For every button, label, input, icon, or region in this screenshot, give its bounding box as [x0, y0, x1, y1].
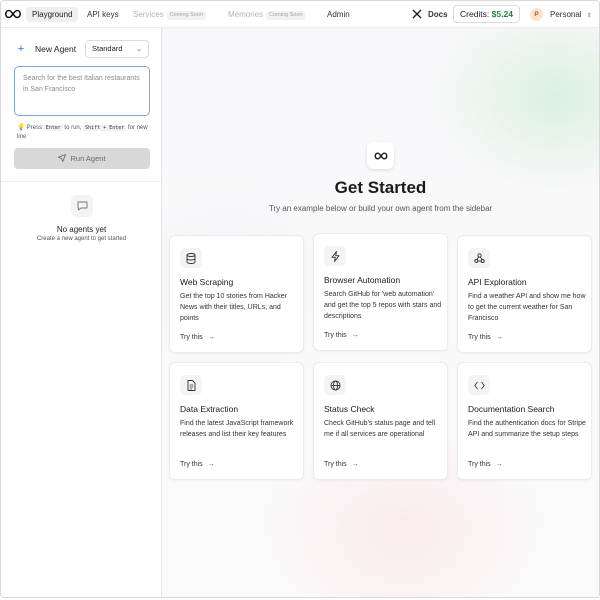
empty-state-subtitle: Create a new agent to get started — [36, 236, 127, 242]
sidebar: + New Agent Standard ⌄ Search for the be… — [1, 28, 162, 597]
main-content: Get Started Try an example below or buil… — [162, 28, 599, 597]
lightning-icon — [324, 246, 346, 266]
try-this-label: Try this — [180, 461, 203, 468]
hint-mid: to run, — [64, 125, 82, 131]
nav-tab-memories-label: Memories — [228, 10, 264, 19]
infinity-logo-icon[interactable] — [5, 9, 21, 19]
example-card-api-exploration[interactable]: API Exploration Find a weather API and s… — [457, 235, 592, 353]
sidebar-divider — [1, 181, 161, 182]
example-card-web-scraping[interactable]: Web Scraping Get the top 10 stories from… — [169, 235, 304, 353]
keyboard-hint: 💡 Press Enter to run, Shift + Enter for … — [17, 123, 149, 142]
shift-enter-key: Shift + Enter — [83, 125, 127, 131]
nav-tab-admin[interactable]: Admin — [327, 7, 350, 22]
nav-tab-services-label: Services — [133, 10, 164, 19]
lightbulb-icon: 💡 — [17, 124, 26, 131]
card-description: Check GitHub's status page and tell me i… — [324, 420, 436, 438]
arrow-right-icon: → — [351, 461, 359, 468]
plus-icon: + — [17, 43, 25, 55]
card-description: Find the latest JavaScript framework rel… — [180, 420, 294, 438]
arrow-right-icon: → — [207, 461, 215, 468]
mode-select[interactable]: Standard ⌄ — [85, 40, 149, 58]
card-title: Data Extraction — [180, 404, 239, 414]
webhook-icon — [468, 248, 490, 268]
chevron-down-icon: ⌄ — [136, 46, 142, 53]
app-window: Playground API keys Services Coming Soon … — [0, 0, 600, 598]
try-this-link[interactable]: Try this → — [180, 461, 215, 468]
prompt-input[interactable]: Search for the best Italian restaurants … — [14, 66, 150, 116]
credits-value: $5.24 — [491, 9, 513, 19]
top-nav: Playground API keys Services Coming Soon … — [1, 1, 599, 28]
avatar[interactable]: P — [530, 8, 543, 21]
example-card-data-extraction[interactable]: Data Extraction Find the latest JavaScri… — [169, 362, 304, 480]
try-this-link[interactable]: Try this → — [468, 461, 503, 468]
try-this-label: Try this — [468, 334, 491, 341]
enter-key: Enter — [43, 125, 63, 131]
send-icon — [58, 154, 67, 162]
run-agent-label: Run Agent — [70, 154, 106, 163]
workspace-label: Personal — [550, 10, 582, 19]
database-icon — [180, 248, 202, 268]
page-subtitle: Try an example below or build your own a… — [268, 204, 493, 213]
page-title: Get Started — [334, 178, 427, 197]
card-title: Status Check — [324, 404, 375, 414]
try-this-link[interactable]: Try this → — [324, 461, 359, 468]
try-this-link[interactable]: Try this → — [180, 334, 215, 341]
card-description: Find the authentication docs for Stripe … — [468, 420, 586, 438]
try-this-link[interactable]: Try this → — [468, 334, 503, 341]
example-card-browser-automation[interactable]: Browser Automation Search GitHub for 'we… — [313, 233, 448, 351]
new-agent-label: New Agent — [35, 44, 77, 54]
card-title: Web Scraping — [180, 277, 234, 287]
empty-state-title: No agents yet — [56, 225, 107, 234]
globe-icon — [324, 375, 346, 395]
run-agent-button[interactable]: Run Agent — [14, 148, 150, 169]
card-description: Search GitHub for 'web automation' and g… — [324, 291, 442, 320]
example-card-documentation-search[interactable]: Documentation Search Find the authentica… — [457, 362, 592, 480]
infinity-icon — [367, 142, 394, 169]
nav-tab-api-keys[interactable]: API keys — [87, 7, 119, 22]
coming-soon-badge: Coming Soon — [166, 11, 207, 20]
x-icon[interactable] — [412, 9, 422, 19]
arrow-right-icon: → — [351, 332, 359, 339]
try-this-link[interactable]: Try this → — [324, 332, 359, 339]
workspace-selector[interactable]: Personal ⇕ — [550, 7, 592, 22]
code-icon — [468, 375, 490, 395]
arrow-right-icon: → — [495, 334, 503, 341]
try-this-label: Try this — [180, 334, 203, 341]
try-this-label: Try this — [324, 461, 347, 468]
try-this-label: Try this — [468, 461, 491, 468]
docs-link[interactable]: Docs — [428, 7, 448, 22]
arrow-right-icon: → — [207, 334, 215, 341]
hint-pre: Press — [26, 125, 43, 131]
credits-badge: Credits: $5.24 — [453, 5, 520, 23]
nav-tab-memories: Memories Coming Soon — [228, 7, 306, 22]
card-description: Get the top 10 stories from Hacker News … — [180, 293, 287, 322]
new-agent-button[interactable]: + New Agent — [15, 41, 76, 57]
example-card-status-check[interactable]: Status Check Check GitHub's status page … — [313, 362, 448, 480]
card-title: Documentation Search — [468, 404, 555, 414]
nav-tab-services: Services Coming Soon — [133, 7, 207, 22]
card-title: API Exploration — [468, 277, 527, 287]
try-this-label: Try this — [324, 332, 347, 339]
chevron-updown-icon: ⇕ — [586, 13, 592, 19]
card-title: Browser Automation — [324, 275, 401, 285]
card-description: Find a weather API and show me how to ge… — [468, 293, 586, 322]
document-icon — [180, 375, 202, 395]
credits-label: Credits: — [460, 9, 490, 19]
mode-select-value: Standard — [92, 44, 123, 53]
nav-tab-playground[interactable]: Playground — [26, 7, 79, 22]
coming-soon-badge: Coming Soon — [266, 11, 306, 20]
chat-bubble-icon — [71, 195, 93, 217]
arrow-right-icon: → — [495, 461, 503, 468]
